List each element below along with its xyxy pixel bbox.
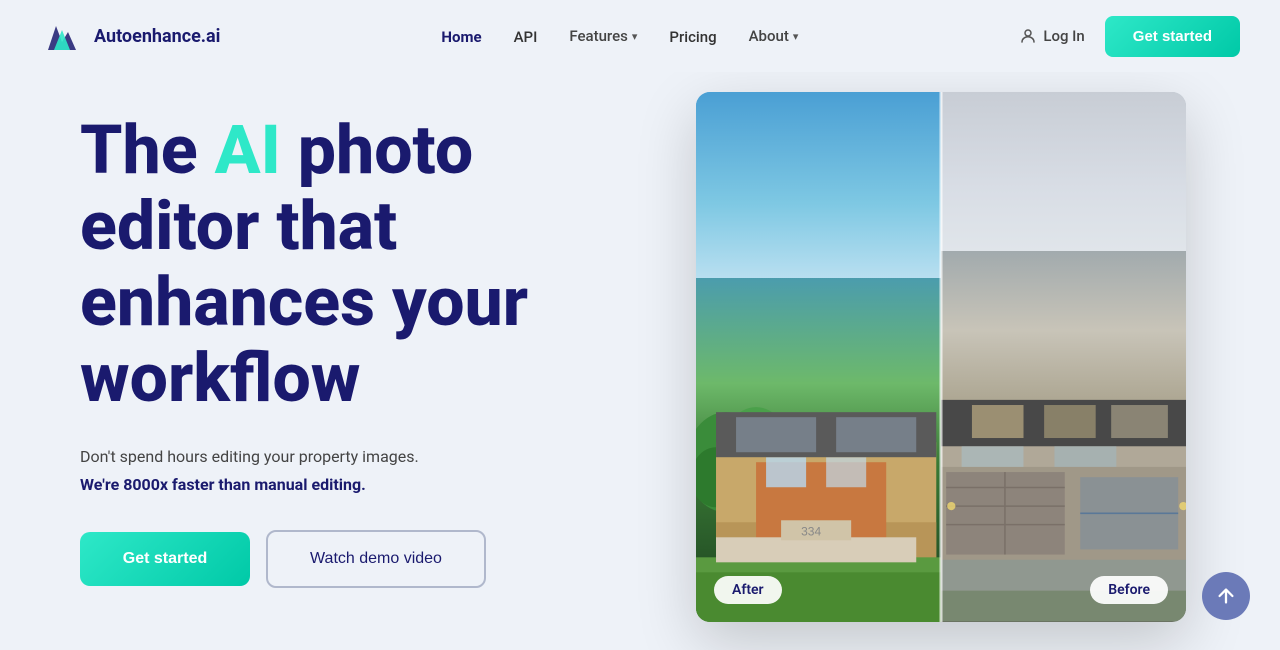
scroll-to-top-button[interactable] bbox=[1202, 572, 1250, 620]
hero-buttons: Get started Watch demo video bbox=[80, 530, 696, 588]
chevron-down-icon-about: ▾ bbox=[793, 30, 799, 43]
nav-link-api[interactable]: API bbox=[514, 28, 538, 46]
after-image-side: 334 bbox=[696, 92, 941, 622]
nav-right: Log In Get started bbox=[1019, 16, 1240, 57]
hero-content: The AI photoeditor thatenhances yourwork… bbox=[80, 102, 696, 588]
get-started-button[interactable]: Get started bbox=[80, 532, 250, 586]
chevron-down-icon: ▾ bbox=[632, 30, 638, 43]
nav-item-api[interactable]: API bbox=[514, 27, 538, 46]
user-icon bbox=[1019, 27, 1037, 45]
nav-item-about[interactable]: About ▾ bbox=[749, 27, 799, 45]
hero-title-ai: AI bbox=[215, 110, 281, 190]
hero-subtitle-bold: We're 8000x faster than manual editing. bbox=[80, 475, 696, 494]
get-started-nav-button[interactable]: Get started bbox=[1105, 16, 1240, 57]
before-sky bbox=[941, 92, 1186, 251]
logo-icon bbox=[40, 14, 84, 58]
after-sky bbox=[696, 92, 941, 278]
nav-item-home[interactable]: Home bbox=[441, 27, 481, 46]
label-after: After bbox=[714, 576, 782, 604]
logo-link[interactable]: Autoenhance.ai bbox=[40, 14, 220, 58]
navbar: Autoenhance.ai Home API Features ▾ Prici… bbox=[0, 0, 1280, 72]
before-after-divider bbox=[940, 92, 943, 622]
nav-link-features: Features bbox=[569, 27, 627, 45]
hero-title: The AI photoeditor thatenhances yourwork… bbox=[80, 112, 696, 417]
watch-demo-button[interactable]: Watch demo video bbox=[266, 530, 486, 588]
arrow-up-icon bbox=[1215, 585, 1237, 607]
hero-image-area: 334 bbox=[696, 102, 1200, 650]
nav-link-home[interactable]: Home bbox=[441, 28, 481, 46]
login-link[interactable]: Log In bbox=[1019, 27, 1084, 45]
nav-links: Home API Features ▾ Pricing About ▾ bbox=[441, 27, 798, 46]
svg-text:334: 334 bbox=[801, 524, 821, 538]
hero-section: The AI photoeditor thatenhances yourwork… bbox=[0, 72, 1280, 650]
before-after-image: 334 bbox=[696, 92, 1186, 622]
login-label: Log In bbox=[1043, 27, 1084, 45]
hero-subtitle: Don't spend hours editing your property … bbox=[80, 445, 696, 469]
hero-title-the: The bbox=[80, 110, 215, 190]
nav-item-pricing[interactable]: Pricing bbox=[669, 27, 716, 46]
nav-link-pricing[interactable]: Pricing bbox=[669, 28, 716, 46]
logo-text: Autoenhance.ai bbox=[94, 26, 220, 47]
nav-item-features[interactable]: Features ▾ bbox=[569, 27, 637, 45]
label-before: Before bbox=[1090, 576, 1168, 604]
before-image-side bbox=[941, 92, 1186, 622]
nav-link-about: About bbox=[749, 27, 789, 45]
after-house-svg: 334 bbox=[696, 262, 941, 622]
before-house-svg bbox=[941, 240, 1186, 622]
